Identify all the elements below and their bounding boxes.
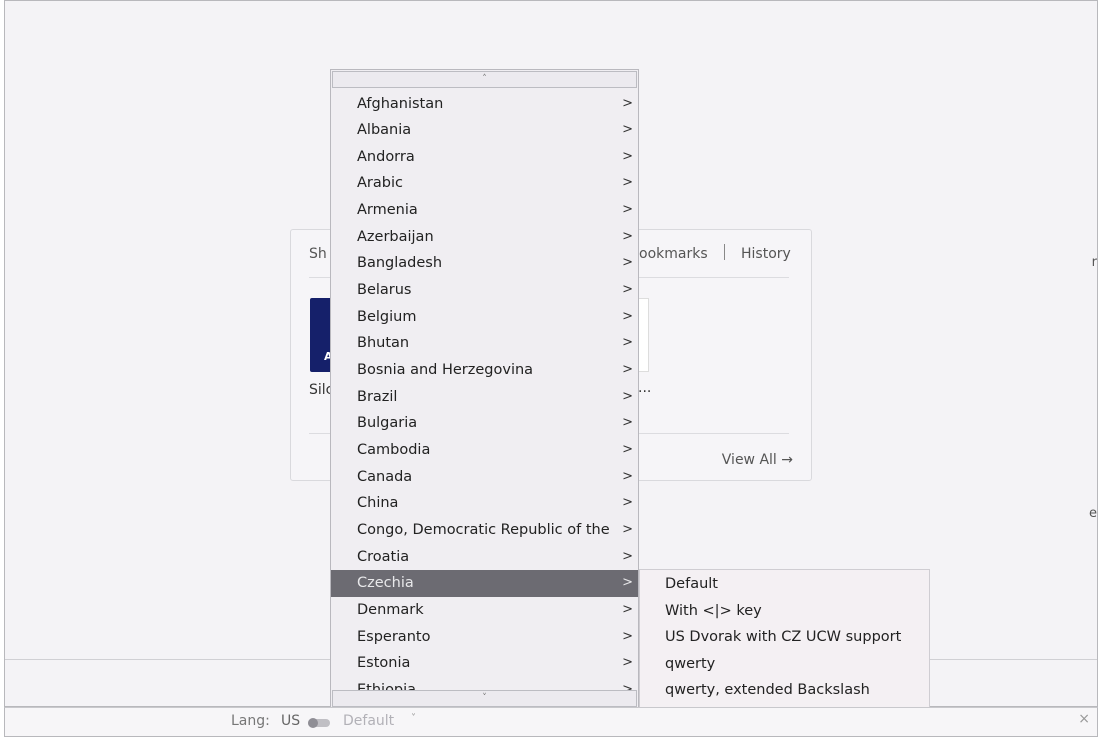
chevron-right-icon: >	[622, 655, 633, 671]
chevron-right-icon: >	[622, 335, 633, 351]
country-label: Andorra	[357, 148, 415, 165]
country-item[interactable]: Czechia >	[331, 570, 638, 597]
country-label: Bulgaria	[357, 415, 418, 432]
country-item[interactable]: Armenia >	[331, 197, 638, 224]
country-label: Bosnia and Herzegovina	[357, 362, 534, 378]
country-item[interactable]: Esperanto >	[331, 624, 638, 651]
country-item[interactable]: Belarus >	[331, 277, 638, 304]
country-item[interactable]: Croatia >	[331, 544, 638, 571]
chevron-right-icon: >	[622, 362, 633, 377]
country-item[interactable]: Afghanistan >	[331, 91, 638, 118]
country-label: Azerbaijan	[357, 228, 434, 245]
site-label-2[interactable]: ...	[638, 380, 651, 396]
chevron-right-icon: >	[622, 681, 633, 691]
chevron-right-icon: >	[622, 388, 633, 404]
country-item[interactable]: Bhutan >	[331, 330, 638, 357]
layout-option[interactable]: qwerty	[640, 651, 929, 678]
country-item[interactable]: Estonia >	[331, 650, 638, 677]
chevron-right-icon: >	[622, 148, 633, 164]
country-label: Denmark	[357, 601, 424, 618]
site-thumbnail[interactable]: A	[310, 298, 333, 372]
chevron-right-icon: >	[622, 575, 633, 591]
chevron-right-icon: >	[622, 441, 633, 457]
country-item[interactable]: Ethiopia >	[331, 677, 638, 691]
lang-label: Lang:	[231, 713, 270, 729]
lang-code[interactable]: US	[281, 713, 300, 729]
tab-shortcuts[interactable]: Sh	[309, 246, 327, 262]
clipped-text: r	[1091, 255, 1097, 270]
country-item[interactable]: Belgium >	[331, 304, 638, 331]
country-menu[interactable]: ˄ Afghanistan > Albania > Andorra > Arabic > Arm…	[330, 69, 639, 709]
country-label: Albania	[357, 122, 412, 139]
view-all-link[interactable]: View All →	[722, 452, 793, 468]
layout-option[interactable]: US Dvorak with CZ UCW support	[640, 624, 929, 651]
country-item[interactable]: Congo, Democratic Republic of the >	[331, 517, 638, 544]
country-item[interactable]: Azerbaijan >	[331, 224, 638, 251]
layout-option[interactable]: qwerty, extended Backslash	[640, 677, 929, 704]
country-item[interactable]: Bulgaria >	[331, 410, 638, 437]
country-label: Estonia	[357, 655, 411, 672]
layout-option[interactable]: Default	[640, 571, 929, 598]
tab-history[interactable]: History	[741, 246, 791, 262]
chevron-right-icon: >	[622, 601, 633, 617]
chevron-down-icon[interactable]: ˅	[411, 713, 416, 724]
country-item[interactable]: Bangladesh >	[331, 250, 638, 277]
chevron-right-icon: >	[622, 548, 633, 564]
country-item[interactable]: Albania >	[331, 117, 638, 144]
country-item[interactable]: Andorra >	[331, 144, 638, 171]
country-item[interactable]: Cambodia >	[331, 437, 638, 464]
chevron-right-icon: >	[622, 468, 633, 484]
country-label: Armenia	[357, 202, 418, 219]
chevron-right-icon: >	[622, 495, 633, 511]
layout-option[interactable]: With <|> key	[640, 598, 929, 625]
scroll-down-button[interactable]: ˅	[332, 690, 637, 707]
country-label: Czechia	[357, 575, 414, 592]
chevron-right-icon: >	[622, 282, 633, 298]
chevron-right-icon: >	[622, 521, 633, 537]
country-item[interactable]: Brazil >	[331, 384, 638, 411]
clipped-text: e	[1089, 506, 1097, 521]
country-label: Belarus	[357, 282, 412, 299]
country-label: Congo, Democratic Republic of the	[357, 521, 610, 538]
chevron-right-icon: >	[622, 255, 633, 271]
chevron-right-icon: >	[622, 415, 633, 431]
chevron-right-icon: >	[622, 228, 633, 244]
country-label: China	[357, 495, 399, 512]
country-item[interactable]: Bosnia and Herzegovina >	[331, 357, 638, 384]
status-bar: Lang: US Default ˅ ×	[4, 707, 1098, 737]
country-label: Croatia	[357, 548, 410, 565]
country-label: Bhutan	[357, 335, 410, 352]
country-label: Esperanto	[357, 628, 431, 645]
chevron-right-icon: >	[622, 175, 633, 191]
country-label: Brazil	[357, 388, 398, 405]
tab-bookmarks[interactable]: ookmarks	[639, 246, 708, 262]
country-label: Belgium	[357, 308, 417, 325]
chevron-right-icon: >	[622, 628, 633, 644]
tab-divider	[724, 244, 725, 260]
chevron-right-icon: >	[622, 95, 633, 111]
country-menu-items: Afghanistan > Albania > Andorra > Arabic > Armen…	[331, 70, 638, 691]
country-label: Cambodia	[357, 441, 431, 458]
country-item[interactable]: Denmark >	[331, 597, 638, 624]
chevron-right-icon: >	[622, 202, 633, 218]
country-label: Canada	[357, 468, 413, 485]
close-icon[interactable]: ×	[1078, 711, 1090, 727]
layout-selector[interactable]: Default	[343, 713, 394, 729]
country-item[interactable]: Canada >	[331, 464, 638, 491]
country-label: Bangladesh	[357, 255, 443, 272]
country-label: Afghanistan	[357, 95, 444, 112]
country-item[interactable]: Arabic >	[331, 170, 638, 197]
chevron-right-icon: >	[622, 308, 633, 324]
lang-toggle[interactable]	[308, 718, 330, 728]
chevron-right-icon: >	[622, 122, 633, 138]
country-item[interactable]: China >	[331, 490, 638, 517]
country-label: Arabic	[357, 175, 403, 192]
